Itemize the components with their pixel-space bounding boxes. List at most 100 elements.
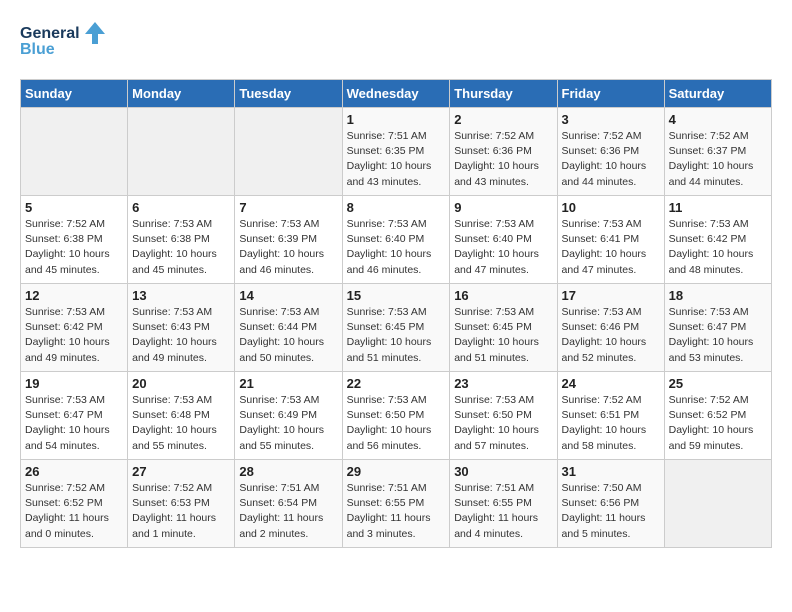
day-number: 20 bbox=[132, 376, 230, 391]
day-number: 29 bbox=[347, 464, 446, 479]
logo-text: General Blue bbox=[20, 20, 110, 63]
calendar-cell: 31Sunrise: 7:50 AMSunset: 6:56 PMDayligh… bbox=[557, 460, 664, 548]
day-number: 21 bbox=[239, 376, 337, 391]
day-info: Sunrise: 7:53 AMSunset: 6:48 PMDaylight:… bbox=[132, 393, 230, 454]
calendar-cell: 6Sunrise: 7:53 AMSunset: 6:38 PMDaylight… bbox=[128, 196, 235, 284]
day-info: Sunrise: 7:52 AMSunset: 6:36 PMDaylight:… bbox=[562, 129, 660, 190]
calendar-cell: 17 Sunrise: 7:53 AMSunset: 6:46 PMDayligh… bbox=[557, 284, 664, 372]
calendar-cell bbox=[664, 460, 771, 548]
day-info: Sunrise: 7:53 AMSunset: 6:39 PMDaylight:… bbox=[239, 217, 337, 278]
calendar-table: SundayMondayTuesdayWednesdayThursdayFrid… bbox=[20, 79, 772, 548]
day-of-week-header: Sunday bbox=[21, 80, 128, 108]
calendar-cell: 18 Sunrise: 7:53 AMSunset: 6:47 PMDayligh… bbox=[664, 284, 771, 372]
day-number: 5 bbox=[25, 200, 123, 215]
day-info: Sunrise: 7:53 AMSunset: 6:44 PMDaylight:… bbox=[239, 305, 337, 366]
day-number: 15 bbox=[347, 288, 446, 303]
day-number: 31 bbox=[562, 464, 660, 479]
day-info: Sunrise: 7:51 AMSunset: 6:35 PMDaylight:… bbox=[347, 129, 446, 190]
calendar-cell: 1 Sunrise: 7:51 AMSunset: 6:35 PMDaylight… bbox=[342, 108, 450, 196]
calendar-cell: 15 Sunrise: 7:53 AMSunset: 6:45 PMDayligh… bbox=[342, 284, 450, 372]
day-number: 10 bbox=[562, 200, 660, 215]
day-number: 7 bbox=[239, 200, 337, 215]
calendar-week-row: 12 Sunrise: 7:53 AMSunset: 6:42 PMDayligh… bbox=[21, 284, 772, 372]
day-number: 1 bbox=[347, 112, 446, 127]
calendar-cell: 30 Sunrise: 7:51 AMSunset: 6:55 PMDayligh… bbox=[450, 460, 557, 548]
day-info: Sunrise: 7:51 AMSunset: 6:54 PMDaylight:… bbox=[239, 481, 337, 542]
day-number: 17 bbox=[562, 288, 660, 303]
svg-text:General: General bbox=[20, 25, 80, 42]
calendar-cell: 27Sunrise: 7:52 AMSunset: 6:53 PMDayligh… bbox=[128, 460, 235, 548]
day-number: 24 bbox=[562, 376, 660, 391]
calendar-cell: 23Sunrise: 7:53 AMSunset: 6:50 PMDayligh… bbox=[450, 372, 557, 460]
calendar-cell: 10 Sunrise: 7:53 AMSunset: 6:41 PMDayligh… bbox=[557, 196, 664, 284]
day-number: 8 bbox=[347, 200, 446, 215]
calendar-cell: 24 Sunrise: 7:52 AMSunset: 6:51 PMDayligh… bbox=[557, 372, 664, 460]
day-info: Sunrise: 7:53 AMSunset: 6:45 PMDaylight:… bbox=[347, 305, 446, 366]
day-info: Sunrise: 7:53 AMSunset: 6:43 PMDaylight:… bbox=[132, 305, 230, 366]
calendar-week-row: 26Sunrise: 7:52 AMSunset: 6:52 PMDayligh… bbox=[21, 460, 772, 548]
day-number: 25 bbox=[669, 376, 767, 391]
day-info: Sunrise: 7:53 AMSunset: 6:40 PMDaylight:… bbox=[347, 217, 446, 278]
day-of-week-header: Friday bbox=[557, 80, 664, 108]
day-info: Sunrise: 7:52 AMSunset: 6:36 PMDaylight:… bbox=[454, 129, 552, 190]
calendar-cell: 14 Sunrise: 7:53 AMSunset: 6:44 PMDayligh… bbox=[235, 284, 342, 372]
logo: General Blue bbox=[20, 20, 110, 63]
calendar-cell bbox=[235, 108, 342, 196]
day-of-week-header: Wednesday bbox=[342, 80, 450, 108]
day-number: 6 bbox=[132, 200, 230, 215]
day-number: 26 bbox=[25, 464, 123, 479]
calendar-cell: 3 Sunrise: 7:52 AMSunset: 6:36 PMDaylight… bbox=[557, 108, 664, 196]
day-info: Sunrise: 7:53 AMSunset: 6:42 PMDaylight:… bbox=[669, 217, 767, 278]
day-info: Sunrise: 7:53 AMSunset: 6:42 PMDaylight:… bbox=[25, 305, 123, 366]
day-number: 4 bbox=[669, 112, 767, 127]
day-number: 12 bbox=[25, 288, 123, 303]
day-info: Sunrise: 7:53 AMSunset: 6:47 PMDaylight:… bbox=[669, 305, 767, 366]
calendar-week-row: 5 Sunrise: 7:52 AMSunset: 6:38 PMDaylight… bbox=[21, 196, 772, 284]
day-number: 23 bbox=[454, 376, 552, 391]
day-info: Sunrise: 7:53 AMSunset: 6:41 PMDaylight:… bbox=[562, 217, 660, 278]
calendar-cell: 28 Sunrise: 7:51 AMSunset: 6:54 PMDayligh… bbox=[235, 460, 342, 548]
day-number: 28 bbox=[239, 464, 337, 479]
day-number: 22 bbox=[347, 376, 446, 391]
calendar-cell: 4Sunrise: 7:52 AMSunset: 6:37 PMDaylight… bbox=[664, 108, 771, 196]
day-info: Sunrise: 7:51 AMSunset: 6:55 PMDaylight:… bbox=[454, 481, 552, 542]
day-info: Sunrise: 7:51 AMSunset: 6:55 PMDaylight:… bbox=[347, 481, 446, 542]
day-number: 18 bbox=[669, 288, 767, 303]
day-number: 3 bbox=[562, 112, 660, 127]
day-number: 19 bbox=[25, 376, 123, 391]
calendar-cell: 22Sunrise: 7:53 AMSunset: 6:50 PMDayligh… bbox=[342, 372, 450, 460]
calendar-cell bbox=[21, 108, 128, 196]
day-number: 30 bbox=[454, 464, 552, 479]
calendar-body: 1 Sunrise: 7:51 AMSunset: 6:35 PMDaylight… bbox=[21, 108, 772, 548]
calendar-cell: 13 Sunrise: 7:53 AMSunset: 6:43 PMDayligh… bbox=[128, 284, 235, 372]
day-number: 2 bbox=[454, 112, 552, 127]
day-of-week-header: Thursday bbox=[450, 80, 557, 108]
calendar-cell: 12 Sunrise: 7:53 AMSunset: 6:42 PMDayligh… bbox=[21, 284, 128, 372]
svg-text:Blue: Blue bbox=[20, 41, 55, 58]
calendar-cell: 20 Sunrise: 7:53 AMSunset: 6:48 PMDayligh… bbox=[128, 372, 235, 460]
day-info: Sunrise: 7:52 AMSunset: 6:38 PMDaylight:… bbox=[25, 217, 123, 278]
day-info: Sunrise: 7:53 AMSunset: 6:46 PMDaylight:… bbox=[562, 305, 660, 366]
calendar-cell: 19 Sunrise: 7:53 AMSunset: 6:47 PMDayligh… bbox=[21, 372, 128, 460]
day-number: 14 bbox=[239, 288, 337, 303]
day-of-week-header: Saturday bbox=[664, 80, 771, 108]
day-info: Sunrise: 7:52 AMSunset: 6:53 PMDaylight:… bbox=[132, 481, 230, 542]
day-info: Sunrise: 7:53 AMSunset: 6:49 PMDaylight:… bbox=[239, 393, 337, 454]
calendar-cell: 21 Sunrise: 7:53 AMSunset: 6:49 PMDayligh… bbox=[235, 372, 342, 460]
day-of-week-header: Tuesday bbox=[235, 80, 342, 108]
calendar-cell: 5 Sunrise: 7:52 AMSunset: 6:38 PMDaylight… bbox=[21, 196, 128, 284]
day-number: 13 bbox=[132, 288, 230, 303]
day-info: Sunrise: 7:53 AMSunset: 6:45 PMDaylight:… bbox=[454, 305, 552, 366]
day-number: 16 bbox=[454, 288, 552, 303]
logo-svg: General Blue bbox=[20, 20, 110, 58]
day-info: Sunrise: 7:52 AMSunset: 6:52 PMDaylight:… bbox=[669, 393, 767, 454]
calendar-cell: 25 Sunrise: 7:52 AMSunset: 6:52 PMDayligh… bbox=[664, 372, 771, 460]
calendar-cell: 16 Sunrise: 7:53 AMSunset: 6:45 PMDayligh… bbox=[450, 284, 557, 372]
day-info: Sunrise: 7:52 AMSunset: 6:51 PMDaylight:… bbox=[562, 393, 660, 454]
calendar-cell: 29 Sunrise: 7:51 AMSunset: 6:55 PMDayligh… bbox=[342, 460, 450, 548]
day-number: 11 bbox=[669, 200, 767, 215]
calendar-cell: 9Sunrise: 7:53 AMSunset: 6:40 PMDaylight… bbox=[450, 196, 557, 284]
day-number: 9 bbox=[454, 200, 552, 215]
day-info: Sunrise: 7:53 AMSunset: 6:47 PMDaylight:… bbox=[25, 393, 123, 454]
calendar-header-row: SundayMondayTuesdayWednesdayThursdayFrid… bbox=[21, 80, 772, 108]
